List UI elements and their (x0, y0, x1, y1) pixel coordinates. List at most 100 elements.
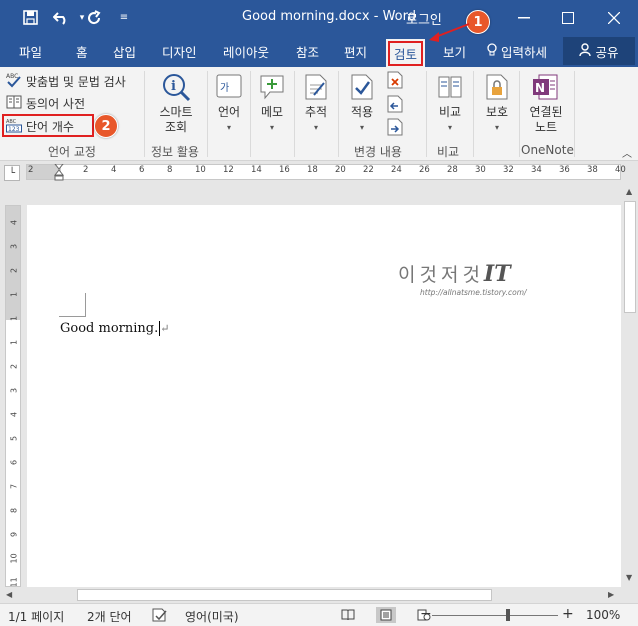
tell-me-box[interactable]: 입력하세 (487, 35, 547, 67)
previous-change-icon[interactable] (386, 95, 404, 116)
zoom-slider-thumb[interactable] (506, 609, 510, 621)
collapse-ribbon-icon[interactable]: ︿ (622, 145, 632, 160)
maximize-icon[interactable] (546, 0, 590, 35)
horizontal-scroll-thumb[interactable] (77, 589, 492, 601)
ruler-tick-label: 24 (391, 165, 402, 175)
ruler-tick-label: 16 (279, 165, 290, 175)
document-paragraph: Good morning. (60, 321, 159, 336)
tab-references[interactable]: 참조 (296, 35, 319, 67)
vertical-scroll-thumb[interactable] (624, 201, 636, 313)
tab-mailings[interactable]: 편지 (344, 35, 367, 67)
read-mode-icon[interactable] (338, 607, 358, 623)
ruler-tick-label: 4 (9, 411, 19, 418)
ruler-tick-label: 40 (615, 165, 626, 175)
print-layout-icon[interactable] (376, 607, 396, 623)
language-icon: 가 (213, 71, 245, 103)
tell-me-label: 입력하세 (501, 44, 548, 60)
horizontal-scrollbar[interactable]: ◀ ▶ (0, 587, 638, 603)
tab-selector[interactable]: └ (4, 165, 20, 181)
ruler-tick-label: 10 (195, 165, 206, 175)
watermark-korean: 이것저것 (398, 264, 484, 286)
protect-label: 보호 (485, 105, 509, 119)
word-count-highlight (2, 114, 94, 137)
tab-design[interactable]: 디자인 (162, 35, 197, 67)
ruler-tick-label: 2 (28, 165, 34, 175)
accept-label: 적용 (350, 105, 374, 119)
tab-file[interactable]: 파일 (19, 35, 42, 67)
minimize-icon[interactable] (502, 0, 546, 35)
tab-review[interactable]: 검토 (386, 39, 426, 67)
scroll-up-icon[interactable]: ▲ (626, 187, 632, 196)
ruler-tick-label: 7 (9, 483, 19, 490)
ruler-tick-label: 6 (139, 165, 145, 175)
ruler-tick-label: 1 (9, 339, 19, 346)
zoom-in-button[interactable]: + (562, 606, 574, 622)
page-count[interactable]: 1/1 페이지 (8, 608, 64, 625)
next-change-icon[interactable] (386, 118, 404, 139)
vertical-ruler[interactable]: 4 3 2 1 1 1 2 3 4 5 6 7 8 9 10 11 (5, 205, 21, 587)
vertical-scrollbar[interactable]: ▲ ▼ (622, 183, 638, 587)
ruler-tick-label: 18 (307, 165, 318, 175)
status-bar: 1/1 페이지 2개 단어 영어(미국) − + 100% (0, 603, 638, 626)
ruler-tick-label: 11 (9, 577, 19, 587)
comments-label: 메모 (260, 105, 284, 119)
ruler-tick-label: 8 (167, 165, 173, 175)
group-label-onenote: OneNote (521, 143, 574, 157)
language-button[interactable]: 가 언어 ▾ (212, 71, 246, 135)
linked-notes-button[interactable]: N 연결된 노트 (524, 71, 568, 135)
info-icon: i (160, 71, 192, 103)
thesaurus-button[interactable]: 동의어 사전 (6, 93, 85, 113)
scroll-down-icon[interactable]: ▼ (626, 573, 632, 582)
spelling-grammar-button[interactable]: ABC 맞춤법 및 문법 검사 (6, 71, 126, 91)
proofing-status-icon[interactable] (152, 608, 168, 625)
group-separator (473, 71, 474, 157)
svg-text:N: N (535, 81, 545, 95)
comments-button[interactable]: 메모 ▾ (254, 71, 290, 135)
ruler-tick-label: 28 (447, 165, 458, 175)
share-label: 공유 (595, 44, 619, 60)
group-separator (519, 71, 520, 157)
ruler-tick-label: 1 (9, 291, 19, 298)
smart-lookup-button[interactable]: i 스마트 조회 (154, 71, 198, 135)
language-status[interactable]: 영어(미국) (185, 608, 239, 625)
group-separator (207, 71, 208, 157)
accept-button[interactable]: 적용 ▾ (344, 71, 380, 135)
redo-icon[interactable] (80, 0, 108, 35)
word-count-status[interactable]: 2개 단어 (87, 608, 132, 625)
close-icon[interactable] (592, 0, 636, 35)
group-label-insights: 정보 활용 (151, 145, 199, 159)
zoom-level[interactable]: 100% (586, 608, 620, 622)
smart-lookup-line2: 조회 (164, 120, 188, 134)
ruler-tick-label: 3 (9, 387, 19, 394)
ruler-tick-label: 5 (9, 435, 19, 442)
compare-icon (434, 71, 466, 103)
protect-button[interactable]: 보호 ▾ (478, 71, 516, 135)
scroll-right-icon[interactable]: ▶ (608, 590, 614, 599)
horizontal-ruler[interactable]: 2 2 4 6 8 10 12 14 16 18 20 22 24 26 28 30 32 34 36 38 40 (26, 164, 626, 182)
svg-text:i: i (171, 79, 176, 94)
customize-icon[interactable]: ≡ (110, 0, 138, 35)
window-title: Good morning.docx - Word (242, 9, 416, 24)
ruler-tick-label: 8 (9, 507, 19, 514)
save-icon[interactable] (16, 0, 44, 35)
ruler-tick-label: 34 (531, 165, 542, 175)
chevron-down-icon: ▾ (226, 123, 231, 132)
language-label: 언어 (217, 105, 241, 119)
indent-marker[interactable] (54, 164, 64, 182)
compare-button[interactable]: 비교 ▾ (432, 71, 468, 135)
document-page[interactable]: 이것저것IT http://allnatsme.tistory.com/ Goo… (27, 205, 621, 587)
person-icon (579, 43, 592, 59)
share-button[interactable]: 공유 (563, 37, 635, 65)
document-text[interactable]: Good morning. ↵ (60, 321, 169, 336)
scroll-left-icon[interactable]: ◀ (6, 590, 12, 599)
svg-text:ABC: ABC (6, 73, 18, 80)
tab-home[interactable]: 홈 (76, 35, 88, 67)
tab-insert[interactable]: 삽입 (113, 35, 136, 67)
reject-icon[interactable] (386, 71, 404, 92)
tab-layout[interactable]: 레이아웃 (223, 35, 269, 67)
tracking-button[interactable]: 추적 ▾ (298, 71, 334, 135)
zoom-out-button[interactable]: − (420, 606, 432, 622)
zoom-slider[interactable] (432, 615, 558, 616)
onenote-icon: N (530, 71, 562, 103)
lock-icon (481, 71, 513, 103)
